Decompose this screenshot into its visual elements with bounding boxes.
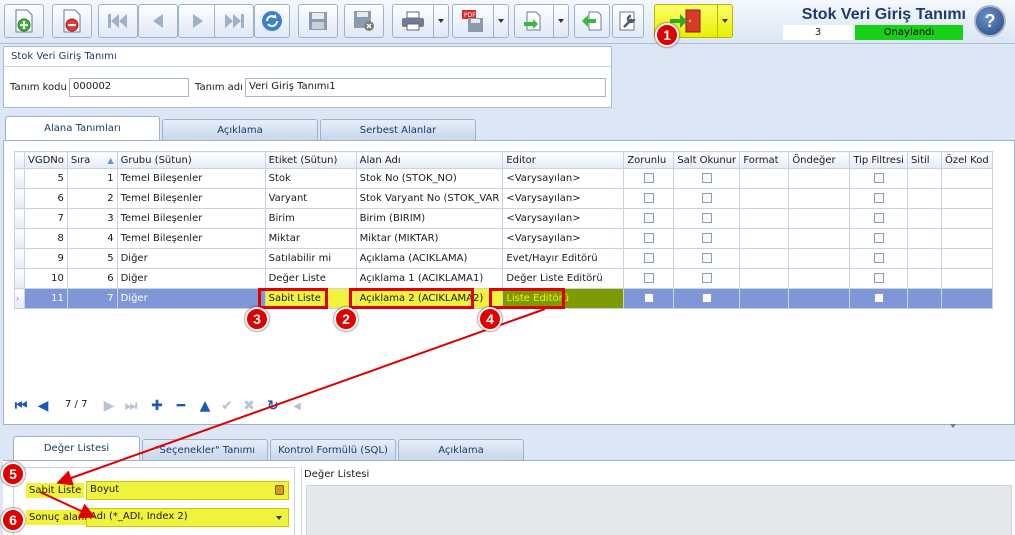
annotation-arrows (39, 308, 546, 519)
annotation-marker-3: 3 (245, 307, 269, 331)
arrow-to-fixed-list (56, 308, 546, 486)
annotation-marker-6: 6 (1, 508, 25, 532)
annotation-marker-4: 4 (478, 307, 502, 331)
arrow-to-result-field (39, 491, 96, 519)
annotation-marker-5: 5 (1, 462, 25, 486)
annotation-marker-2: 2 (334, 307, 358, 331)
annotation-marker-1: 1 (655, 23, 679, 47)
